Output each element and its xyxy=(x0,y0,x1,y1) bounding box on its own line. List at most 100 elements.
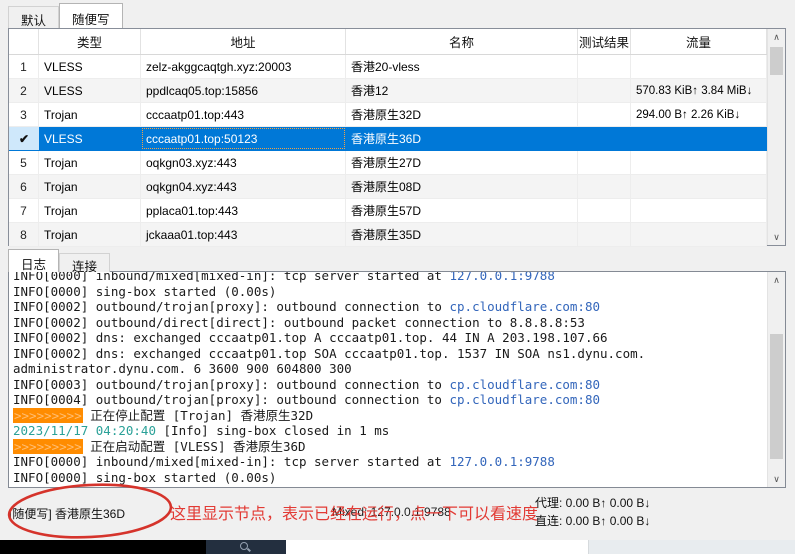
annotation-text: 这里显示节点，表示已经在运行，点一下可以看速度 xyxy=(170,500,538,524)
log-segment: 正在启动配置 [VLESS] 香港原生36D xyxy=(83,439,306,454)
table-row[interactable]: 5Trojanoqkgn03.xyz:443香港原生27D xyxy=(9,151,767,175)
cell-type: Trojan xyxy=(39,103,141,126)
cell-test-result xyxy=(578,175,631,198)
row-number: 3 xyxy=(9,103,39,126)
table-row[interactable]: ✔VLESScccaatp01.top:50123香港原生36D xyxy=(9,127,767,151)
log-lines: INFO[0000] inbound/mixed[mixed-in]: tcp … xyxy=(13,271,765,485)
table-row[interactable]: 3Trojancccaatp01.top:443香港原生32D294.00 B↑… xyxy=(9,103,767,127)
log-line: INFO[0004] outbound/trojan[proxy]: outbo… xyxy=(13,392,765,408)
log-segment: INFO[0002] dns: exchanged cccaatp01.top … xyxy=(13,346,653,377)
server-table-body: 1 VLESS zelz-akggcaqtgh.xyz:20003香港20-vles… xyxy=(9,55,767,247)
log-line: INFO[0002] dns: exchanged cccaatp01.top … xyxy=(13,330,765,346)
search-icon xyxy=(240,542,248,550)
config-tab-bar: 默认随便写 xyxy=(8,3,123,28)
log-line: 2023/11/17 04:20:40 [Info] sing-box clos… xyxy=(13,423,765,439)
column-header[interactable] xyxy=(9,29,39,54)
table-row[interactable]: 7Trojanpplaca01.top:443香港原生57D xyxy=(9,199,767,223)
log-segment: INFO[0000] sing-box started (0.00s) xyxy=(13,470,276,485)
status-bar: [随便写] 香港原生36D Mixed: 127.0.0.1:9788 这里显示… xyxy=(0,488,795,540)
log-segment: INFO[0000] inbound/mixed[mixed-in]: tcp … xyxy=(13,454,450,469)
active-node-label[interactable]: [随便写] 香港原生36D xyxy=(9,505,125,522)
column-header[interactable]: 地址 xyxy=(141,29,346,54)
cell-address: cccaatp01.top:50123 xyxy=(141,127,346,150)
taskbar-search-button[interactable] xyxy=(206,540,286,554)
log-segment: cp.cloudflare.com:80 xyxy=(450,377,601,392)
log-segment: 127.0.0.1:9788 xyxy=(450,454,555,469)
log-segment: INFO[0002] dns: exchanged cccaatp01.top … xyxy=(13,330,608,345)
cell-name: 香港原生08D xyxy=(346,175,578,198)
log-scrollbar[interactable]: ∧ ∨ xyxy=(767,272,785,487)
log-badge: >>>>>>>>> xyxy=(13,439,83,454)
cell-name: 香港原生27D xyxy=(346,151,578,174)
column-header[interactable]: 流量 xyxy=(631,29,767,54)
log-line: >>>>>>>>> 正在停止配置 [Trojan] 香港原生32D xyxy=(13,408,765,424)
cell-test-result xyxy=(578,223,631,246)
app-window: 默认随便写 类型地址名称测试结果流量 1 VLESS zelz-akggcaqtgh… xyxy=(0,0,795,554)
cell-traffic xyxy=(631,223,767,246)
scroll-down-icon[interactable]: ∨ xyxy=(768,229,785,245)
column-header[interactable]: 测试结果 xyxy=(578,29,631,54)
cell-name: 香港原生57D xyxy=(346,199,578,222)
row-number: 5 xyxy=(9,151,39,174)
scroll-down-icon[interactable]: ∨ xyxy=(768,471,785,487)
column-header[interactable]: 类型 xyxy=(39,29,141,54)
log-line: INFO[0000] sing-box started (0.00s) xyxy=(13,470,765,486)
cell-traffic: 570.83 KiB↑ 3.84 MiB↓ xyxy=(631,79,767,102)
scroll-up-icon[interactable]: ∧ xyxy=(768,272,785,288)
log-segment: INFO[0002] outbound/trojan[proxy]: outbo… xyxy=(13,299,450,314)
config-tab[interactable]: 随便写 xyxy=(59,3,123,28)
cell-type: Trojan xyxy=(39,151,141,174)
taskbar-dark-segment xyxy=(0,540,206,554)
proxy-rate: 代理: 0.00 B↑ 0.00 B↓ xyxy=(535,494,650,512)
log-line: INFO[0000] inbound/mixed[mixed-in]: tcp … xyxy=(13,454,765,470)
column-header[interactable]: 名称 xyxy=(346,29,578,54)
log-segment: [Info] sing-box closed in 1 ms xyxy=(156,423,389,438)
config-tab[interactable]: 默认 xyxy=(8,6,59,28)
cell-address: zelz-akggcaqtgh.xyz:20003 xyxy=(141,55,346,78)
cell-test-result xyxy=(578,79,631,102)
log-tab-bar: 日志连接 xyxy=(8,250,110,272)
taskbar-tray-segment xyxy=(588,540,795,554)
log-line: INFO[0002] dns: exchanged cccaatp01.top … xyxy=(13,346,765,377)
scrollbar-thumb[interactable] xyxy=(770,334,783,459)
server-table-header: 类型地址名称测试结果流量 xyxy=(9,29,785,55)
cell-traffic xyxy=(631,55,767,78)
table-row[interactable]: 2VLESSppdlcaq05.top:15856香港12570.83 KiB↑… xyxy=(9,79,767,103)
cell-traffic xyxy=(631,199,767,222)
cell-type: VLESS xyxy=(39,127,141,150)
log-line: INFO[0000] sing-box started (0.00s) xyxy=(13,284,765,300)
cell-name: 香港12 xyxy=(346,79,578,102)
cell-name: 香港原生32D xyxy=(346,103,578,126)
log-line: INFO[0003] outbound/trojan[proxy]: outbo… xyxy=(13,377,765,393)
row-number: 8 xyxy=(9,223,39,246)
scroll-up-icon[interactable]: ∧ xyxy=(768,29,785,45)
taskbar-light-segment xyxy=(286,540,588,554)
row-number: 6 xyxy=(9,175,39,198)
log-tab[interactable]: 日志 xyxy=(8,249,59,272)
row-number: 1 xyxy=(9,55,39,78)
server-table-scrollbar[interactable]: ∧ ∨ xyxy=(767,29,785,245)
table-row[interactable]: 1VLESSzelz-akggcaqtgh.xyz:20003香港20-vles… xyxy=(9,55,767,79)
log-segment: 127.0.0.1:9788 xyxy=(450,271,555,283)
row-check-icon: ✔ xyxy=(9,127,39,150)
direct-rate: 直连: 0.00 B↑ 0.00 B↓ xyxy=(535,512,650,530)
cell-address: pplaca01.top:443 xyxy=(141,199,346,222)
log-tab[interactable]: 连接 xyxy=(59,253,110,272)
cell-traffic xyxy=(631,175,767,198)
log-output: INFO[0000] inbound/mixed[mixed-in]: tcp … xyxy=(8,271,786,488)
cell-test-result xyxy=(578,127,631,150)
log-line: INFO[0000] inbound/mixed[mixed-in]: tcp … xyxy=(13,271,765,284)
cell-type: Trojan xyxy=(39,223,141,246)
log-segment: INFO[0000] sing-box started (0.00s) xyxy=(13,284,276,299)
scrollbar-thumb[interactable] xyxy=(770,47,783,75)
table-row[interactable]: 8Trojanjckaaa01.top:443香港原生35D xyxy=(9,223,767,247)
cell-name: 香港20-vless xyxy=(346,55,578,78)
log-segment: 2023/11/17 04:20:40 xyxy=(13,423,156,438)
cell-traffic xyxy=(631,151,767,174)
table-row[interactable]: 6Trojanoqkgn04.xyz:443香港原生08D xyxy=(9,175,767,199)
cell-address: cccaatp01.top:443 xyxy=(141,103,346,126)
log-segment: INFO[0002] outbound/direct[direct]: outb… xyxy=(13,315,585,330)
cell-traffic xyxy=(631,127,767,150)
cell-name: 香港原生36D xyxy=(346,127,578,150)
cell-name: 香港原生35D xyxy=(346,223,578,246)
